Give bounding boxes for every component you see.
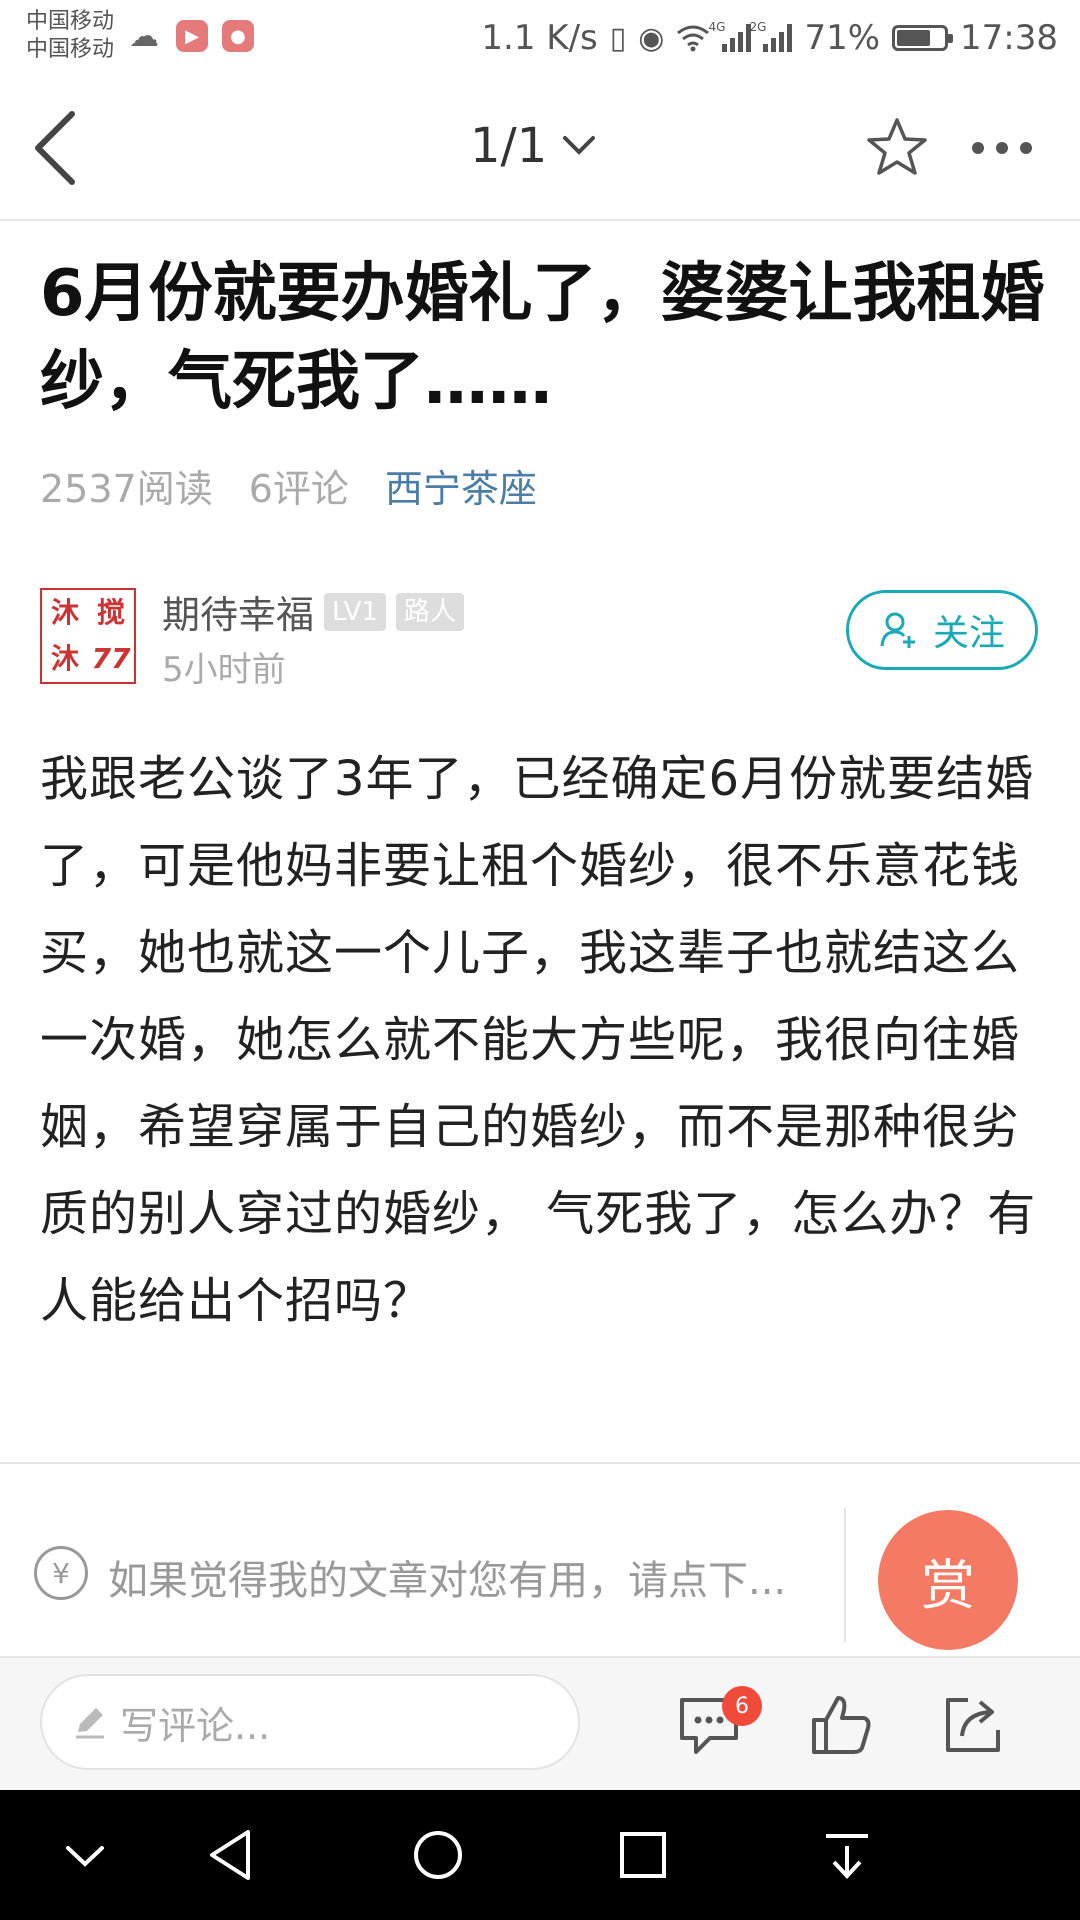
comment-count: 6评论 xyxy=(248,467,349,511)
level-badge: LV1 xyxy=(324,592,386,631)
wifi-icon xyxy=(677,25,710,52)
vibrate-icon: ▯ xyxy=(609,20,627,56)
page-selector[interactable]: 1/1 xyxy=(470,118,597,174)
status-indicators: 1.1 K/s ▯ ◉ 4G 2G 71% 17:38 xyxy=(481,14,1058,62)
battery-percent: 71% xyxy=(804,18,881,58)
clock: 17:38 xyxy=(960,18,1058,58)
app-notification-icon: ● xyxy=(222,20,254,52)
system-home-icon[interactable] xyxy=(403,1820,473,1890)
notification-pull-icon[interactable] xyxy=(812,1820,882,1890)
page-indicator: 1/1 xyxy=(470,118,548,174)
favorite-star-icon[interactable] xyxy=(866,116,928,178)
reward-button[interactable]: 赏 xyxy=(878,1510,1018,1650)
carrier-labels: 中国移动 中国移动 xyxy=(26,8,114,64)
post-time: 5小时前 xyxy=(162,650,286,690)
forum-link[interactable]: 西宁茶座 xyxy=(385,458,537,513)
share-icon[interactable] xyxy=(938,1690,1008,1760)
follow-button[interactable]: 关注 xyxy=(846,590,1038,670)
read-count: 2537阅读 xyxy=(40,467,213,511)
chevron-down-icon xyxy=(563,136,596,155)
carrier-2: 中国移动 xyxy=(26,37,115,62)
divider xyxy=(0,1462,1080,1464)
top-nav-bar: 1/1 xyxy=(0,76,1080,221)
network-speed: 1.1 K/s xyxy=(481,18,598,58)
article-title: 6月份就要办婚礼了，婆婆让我租婚纱，气死我了…… xyxy=(40,257,1045,419)
carrier-1: 中国移动 xyxy=(26,9,115,34)
wechat-icon: ☁ xyxy=(129,18,159,54)
author-info: 期待幸福 LV1 路人 xyxy=(162,584,464,639)
app-notification-icon: ▶ xyxy=(176,20,208,52)
comment-input[interactable]: 写评论... xyxy=(40,1674,580,1770)
pencil-icon xyxy=(76,1708,104,1739)
comment-placeholder: 写评论... xyxy=(120,1703,271,1748)
signal-4g-icon: 4G xyxy=(708,20,752,52)
hide-nav-chevron-icon[interactable] xyxy=(50,1820,120,1890)
article-meta: 2537阅读 6评论 西宁茶座 xyxy=(40,458,537,513)
thumbs-up-icon[interactable] xyxy=(806,1690,876,1760)
avatar[interactable]: 沐 搅 沐 77 xyxy=(40,588,136,684)
system-back-icon[interactable] xyxy=(198,1820,268,1890)
system-nav-bar xyxy=(0,1790,1080,1920)
add-user-icon xyxy=(880,612,915,648)
system-recents-icon[interactable] xyxy=(608,1820,678,1890)
notification-icons: ☁ ▶ ● xyxy=(126,18,254,54)
follow-label: 关注 xyxy=(932,613,1005,654)
article-body: 我跟老公谈了3年了，已经确定6月份就要结婚了，可是他妈非要让租个婚纱，很不乐意花… xyxy=(40,751,1037,1329)
eye-icon: ◉ xyxy=(638,20,665,56)
reward-prompt: 如果觉得我的文章对您有用，请点下... xyxy=(108,1558,787,1604)
signal-2g-icon: 2G xyxy=(749,20,793,52)
role-badge: 路人 xyxy=(395,592,464,631)
divider xyxy=(844,1508,846,1642)
more-options-icon[interactable] xyxy=(972,128,1052,168)
battery-icon xyxy=(892,25,954,51)
yen-icon: ¥ xyxy=(34,1546,88,1600)
author-name[interactable]: 期待幸福 xyxy=(162,584,314,639)
comment-count-badge: 6 xyxy=(722,1686,762,1726)
back-icon[interactable] xyxy=(28,108,88,188)
status-bar: 中国移动 中国移动 ☁ ▶ ● 1.1 K/s ▯ ◉ 4G 2G 71% 17… xyxy=(0,0,1080,76)
